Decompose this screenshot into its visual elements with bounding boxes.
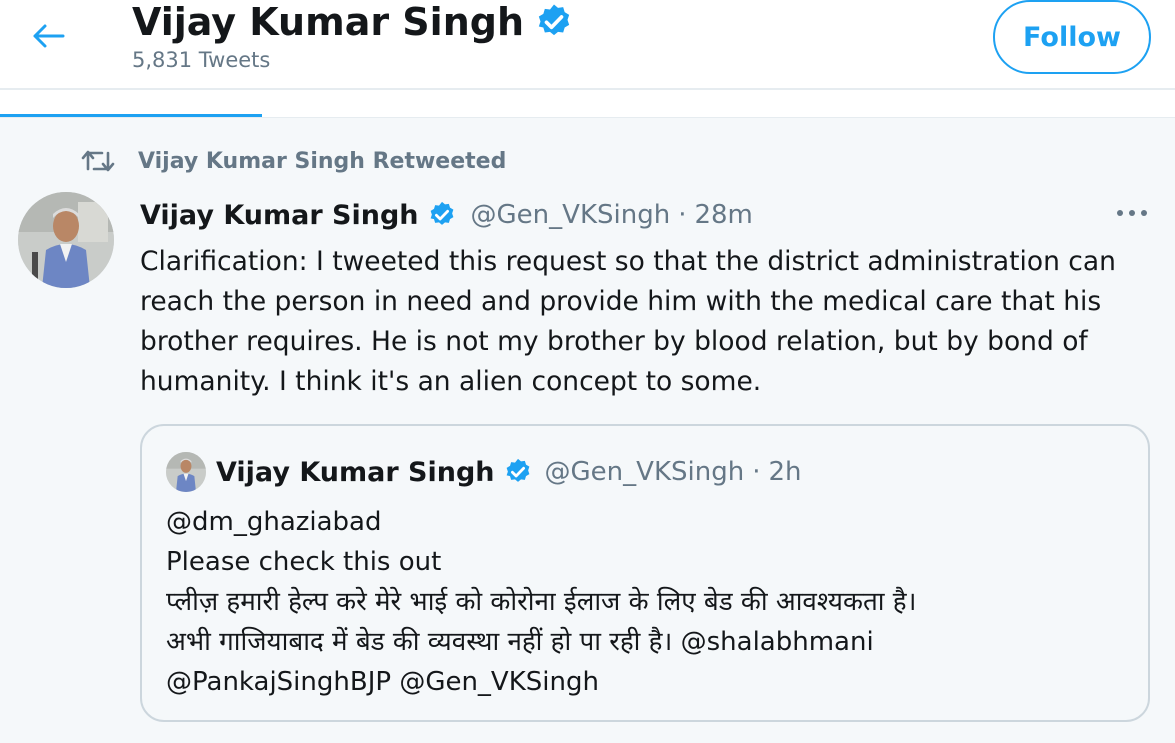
verified-badge-icon	[534, 2, 574, 42]
more-options-button[interactable]	[1110, 198, 1154, 228]
verified-badge-icon	[427, 200, 457, 230]
author-handle[interactable]: @Gen_VKSingh	[471, 200, 671, 230]
quoted-author-name[interactable]: Vijay Kumar Singh	[216, 457, 495, 488]
quoted-line-hindi: अभी गाजियाबाद में बेड की व्यवस्था नहीं ह…	[166, 627, 874, 657]
tweet-count: 5,831 Tweets	[132, 48, 271, 72]
follow-button[interactable]: Follow	[993, 0, 1151, 74]
back-button[interactable]	[28, 16, 68, 56]
author-name[interactable]: Vijay Kumar Singh	[140, 200, 419, 231]
profile-name: Vijay Kumar Singh	[132, 0, 525, 44]
retweet-context: Vijay Kumar Singh Retweeted	[80, 146, 506, 176]
quoted-tweet-text: @dm_ghaziabad Please check this out प्ली…	[166, 502, 1126, 702]
quoted-author-handle[interactable]: @Gen_VKSingh	[545, 457, 745, 487]
arrow-left-icon	[31, 23, 65, 49]
quoted-line-mentions[interactable]: @PankajSinghBJP @Gen_VKSingh	[166, 662, 1126, 702]
quoted-tweet[interactable]: Vijay Kumar Singh @Gen_VKSingh · 2h @dm_…	[140, 424, 1150, 722]
retweet-icon	[80, 146, 116, 176]
quoted-line: Please check this out	[166, 547, 442, 577]
quoted-line-mention[interactable]: @dm_ghaziabad	[166, 502, 1126, 542]
tweet-timestamp[interactable]: 28m	[694, 200, 752, 230]
tweet-text: Clarification: I tweeted this request so…	[140, 246, 1116, 397]
separator-dot: ·	[752, 457, 761, 487]
tweet-header: Vijay Kumar Singh @Gen_VKSingh · 28m	[140, 196, 753, 234]
page-title: Vijay Kumar Singh	[132, 0, 574, 44]
avatar[interactable]	[166, 452, 206, 492]
profile-page: Vijay Kumar Singh 5,831 Tweets Follow Vi…	[0, 0, 1175, 743]
quoted-tweet-header: Vijay Kumar Singh @Gen_VKSingh · 2h	[166, 452, 801, 492]
quoted-line-hindi: प्लीज़ हमारी हेल्प करे मेरे भाई को कोरोन…	[166, 587, 917, 617]
separator-dot: ·	[678, 200, 687, 230]
avatar[interactable]	[18, 192, 114, 288]
more-horizontal-icon	[1115, 208, 1149, 218]
profile-header: Vijay Kumar Singh 5,831 Tweets Follow	[0, 0, 1175, 90]
tweet[interactable]: Vijay Kumar Singh Retweeted Vijay Kumar …	[0, 118, 1175, 743]
retweet-label[interactable]: Vijay Kumar Singh Retweeted	[138, 149, 506, 174]
verified-badge-icon	[503, 457, 533, 487]
quoted-tweet-timestamp[interactable]: 2h	[768, 457, 801, 487]
